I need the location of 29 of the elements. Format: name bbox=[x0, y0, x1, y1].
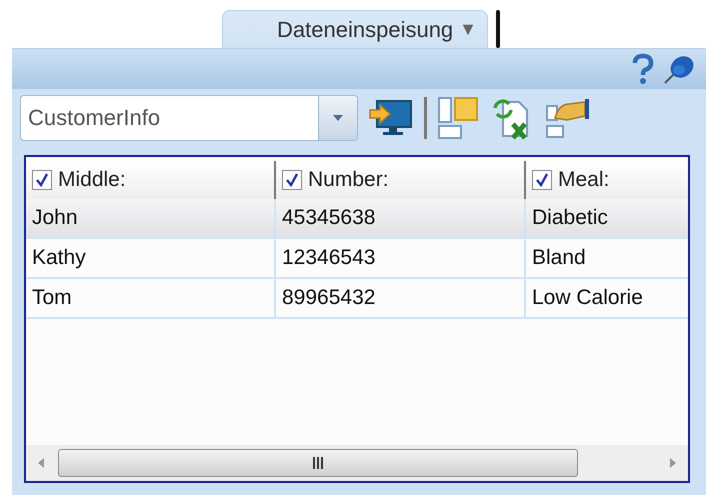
horizontal-scrollbar[interactable] bbox=[26, 445, 688, 481]
checkbox[interactable] bbox=[32, 170, 52, 190]
checkbox[interactable] bbox=[532, 170, 552, 190]
scroll-right-icon[interactable] bbox=[668, 457, 678, 469]
table-cell-text: Diabetic bbox=[531, 205, 609, 231]
table-cell: 12346543 bbox=[276, 239, 526, 277]
table-row[interactable]: John 45345638 Diabetic bbox=[26, 199, 688, 239]
layout-panels-icon[interactable] bbox=[437, 96, 481, 140]
column-header[interactable]: Number: bbox=[276, 161, 526, 199]
table-cell: Tom bbox=[26, 279, 276, 317]
table-cell: Kathy bbox=[26, 239, 276, 277]
table-row[interactable]: Kathy 12346543 Bland bbox=[26, 239, 688, 279]
scrollbar-thumb[interactable] bbox=[58, 449, 578, 477]
dataset-dropdown[interactable]: CustomerInfo bbox=[20, 95, 358, 141]
column-header[interactable]: Middle: bbox=[26, 161, 276, 199]
tab-menu-glyph[interactable]: ▼ bbox=[459, 19, 477, 40]
grip-icon bbox=[311, 456, 325, 470]
table-cell: 45345638 bbox=[276, 199, 526, 237]
table-cell: John bbox=[26, 199, 276, 237]
help-icon[interactable] bbox=[630, 53, 656, 85]
checkbox[interactable] bbox=[282, 170, 302, 190]
table-cell-text: Low Calorie bbox=[531, 285, 644, 311]
caret-icon bbox=[332, 114, 344, 122]
table-cell: 89965432 bbox=[276, 279, 526, 317]
table-cell-text: Bland bbox=[531, 245, 587, 271]
panel-tab[interactable]: Dateneinspeisung ▼ bbox=[222, 10, 488, 48]
scroll-left-icon[interactable] bbox=[36, 457, 46, 469]
monitor-import-icon[interactable] bbox=[368, 98, 414, 138]
table-row[interactable]: Tom 89965432 Low Calorie bbox=[26, 279, 688, 319]
